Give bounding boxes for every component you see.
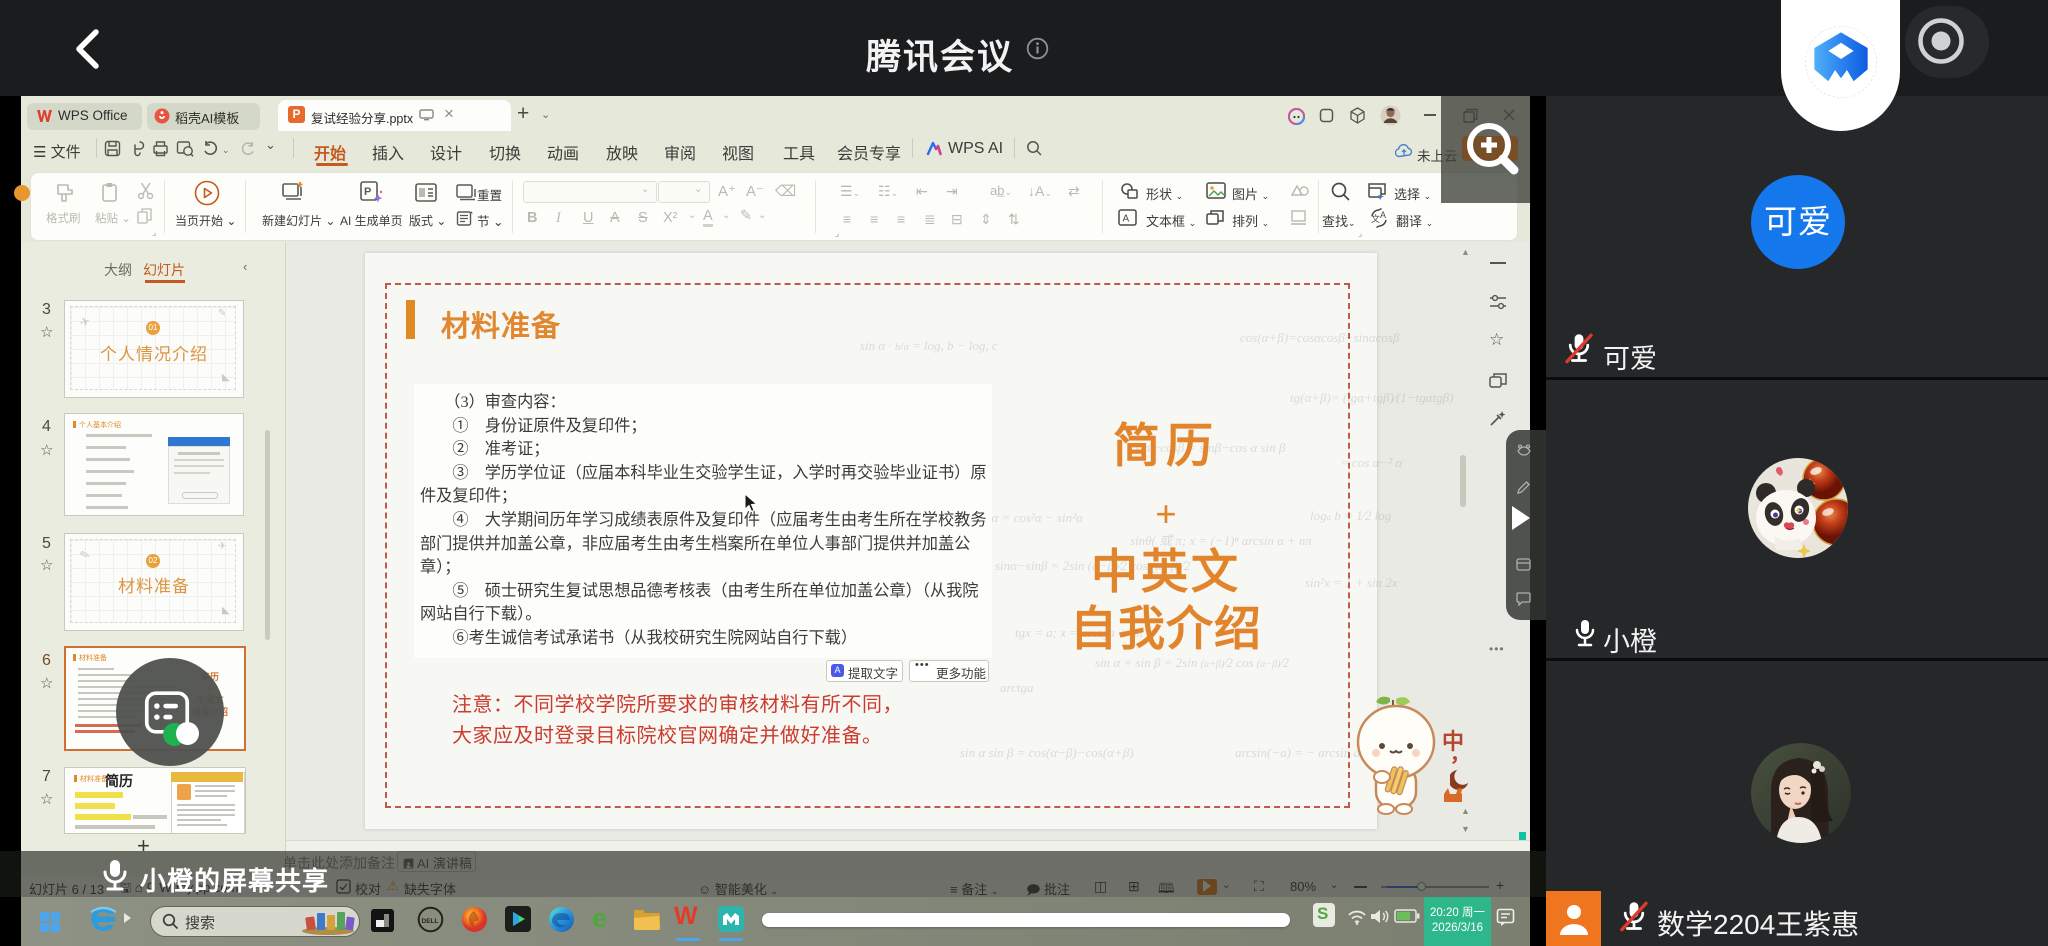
svg-text:文: 文 xyxy=(1371,213,1380,224)
svg-text:P: P xyxy=(364,186,371,198)
svg-text:A: A xyxy=(1123,214,1130,225)
svg-text:DELL: DELL xyxy=(422,918,439,925)
svg-text:A: A xyxy=(1380,210,1386,220)
